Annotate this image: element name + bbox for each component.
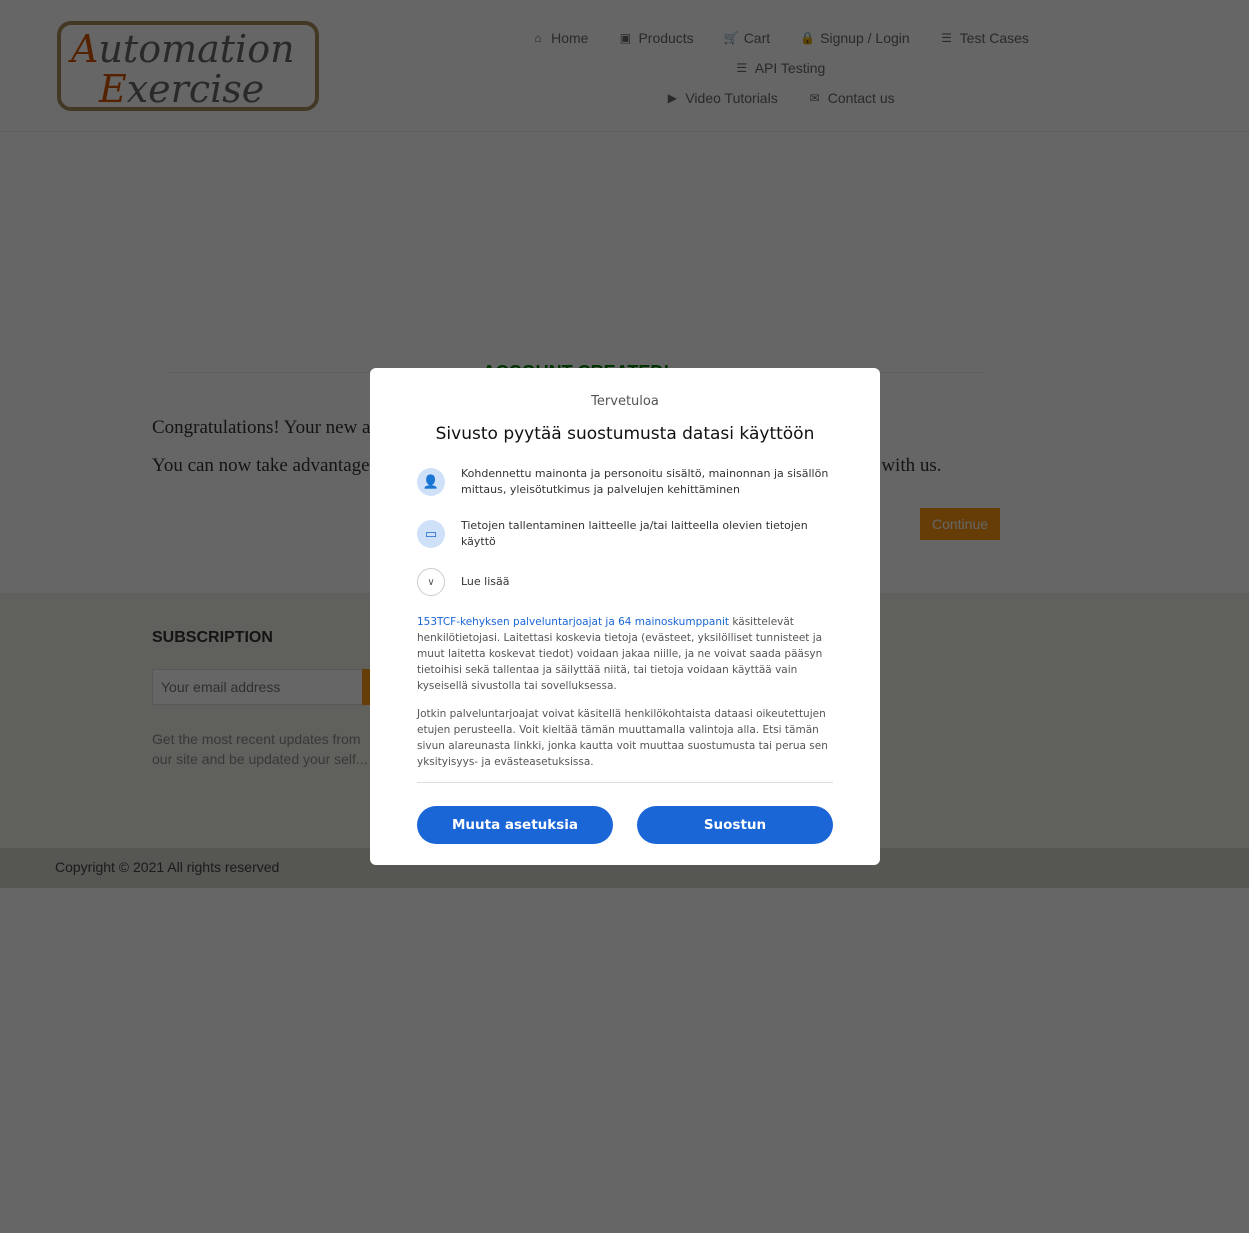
- list-icon: ☰: [736, 61, 748, 75]
- learn-more-label: Lue lisää: [461, 575, 510, 588]
- consent-paragraph-2: Jotkin palveluntarjoajat voivat käsitell…: [417, 708, 828, 768]
- nav-label: Home: [551, 30, 589, 46]
- subscription-email-input[interactable]: [152, 669, 364, 705]
- nav-api-testing[interactable]: ☰ API Testing: [735, 60, 826, 76]
- nav-contact-us[interactable]: ✉ Contact us: [808, 90, 895, 106]
- nav-label: API Testing: [754, 60, 826, 76]
- envelope-icon: ✉: [809, 91, 820, 105]
- person-icon: 👤: [417, 468, 445, 496]
- lock-icon: 🔒: [800, 31, 816, 45]
- copyright: Copyright © 2021 All rights reserved: [55, 859, 280, 875]
- manage-options-button[interactable]: Muuta asetuksia: [417, 806, 613, 844]
- nav-cart[interactable]: 🛒 Cart: [724, 30, 770, 46]
- nav-label: Signup / Login: [820, 30, 910, 46]
- site-header: Automation Exercise ⌂ Home ▣ Products 🛒 Cart 🔒…: [0, 0, 1249, 132]
- subscription-text: Get the most recent updates from our sit…: [152, 731, 368, 767]
- nav-video-tutorials[interactable]: ▶ Video Tutorials: [665, 90, 778, 106]
- purpose-text: Tietojen tallentaminen laitteelle ja/tai…: [461, 519, 808, 548]
- nav-label: Contact us: [827, 90, 895, 106]
- purpose-text: Kohdennettu mainonta ja personoitu sisäl…: [461, 467, 829, 496]
- purpose-item: 👤 Kohdennettu mainonta ja personoitu sis…: [417, 466, 833, 498]
- consent-paragraph: 153TCF-kehyksen palveluntarjoajat ja 64 …: [417, 616, 823, 692]
- consent-dialog: Tervetuloa Sivusto pyytää suostumusta da…: [370, 368, 880, 865]
- subscribe-button[interactable]: [362, 669, 370, 705]
- subscription-title: SUBSCRIPTION: [152, 629, 273, 646]
- nav-signup-login[interactable]: 🔒 Signup / Login: [800, 30, 910, 46]
- nav-label: Video Tutorials: [685, 90, 778, 106]
- main-nav: ⌂ Home ▣ Products 🛒 Cart 🔒 Signup / Login ☰ Test …: [460, 30, 1100, 120]
- logo[interactable]: Automation Exercise: [57, 21, 319, 111]
- devices-icon: ▭: [417, 520, 445, 548]
- chevron-down-icon[interactable]: ∨: [417, 568, 445, 596]
- list-icon: ☰: [941, 31, 953, 45]
- nav-label: Cart: [743, 30, 771, 46]
- nav-products[interactable]: ▣ Products: [618, 30, 694, 46]
- consent-welcome: Tervetuloa: [591, 394, 659, 409]
- consent-heading: Sivusto pyytää suostumusta datasi käyttö…: [435, 424, 815, 444]
- continue-button[interactable]: Continue: [920, 508, 1000, 540]
- nav-test-cases[interactable]: ☰ Test Cases: [940, 30, 1029, 46]
- cart-icon: 🛒: [723, 31, 739, 45]
- youtube-play-icon: ▶: [667, 91, 677, 105]
- nav-home[interactable]: ⌂ Home: [531, 30, 588, 46]
- learn-more-toggle[interactable]: ∨ Lue lisää: [417, 568, 833, 596]
- divider: [417, 782, 833, 783]
- nav-label: Products: [638, 30, 694, 46]
- purpose-item: ▭ Tietojen tallentaminen laitteelle ja/t…: [417, 518, 833, 550]
- home-icon: ⌂: [534, 31, 542, 45]
- nav-label: Test Cases: [959, 30, 1029, 46]
- briefcase-icon: ▣: [619, 31, 632, 45]
- vendors-link[interactable]: 153TCF-kehyksen palveluntarjoajat ja 64 …: [417, 616, 729, 628]
- consent-button[interactable]: Suostun: [637, 806, 833, 844]
